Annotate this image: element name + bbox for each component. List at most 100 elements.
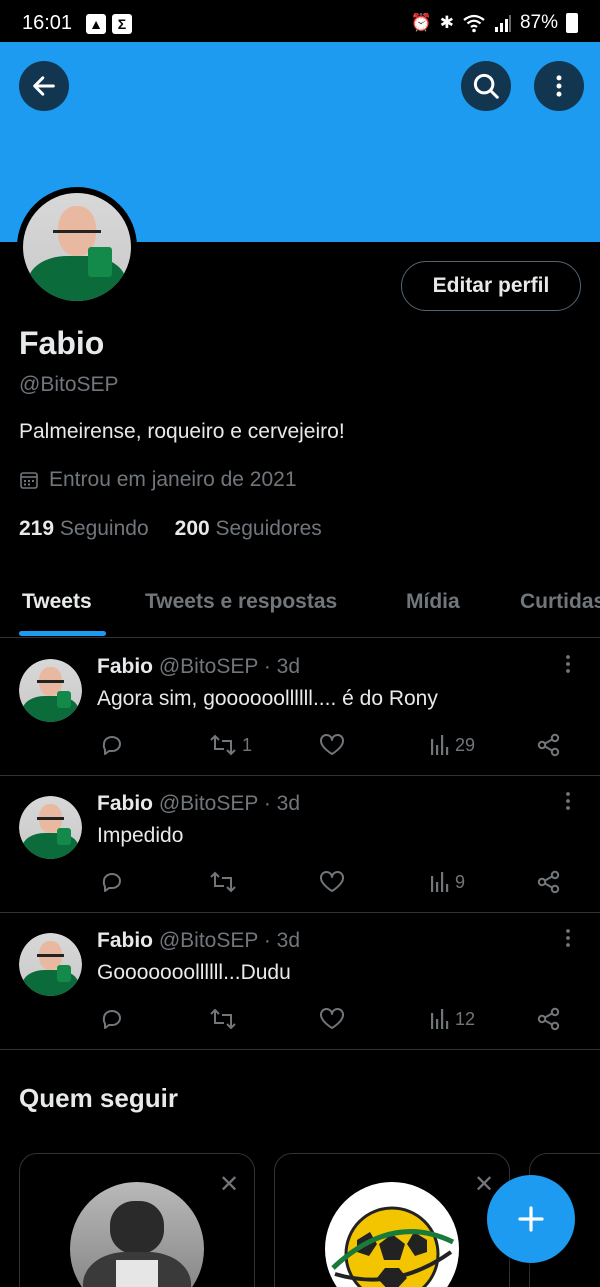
battery-percent: 87% (519, 12, 558, 33)
views-icon (431, 872, 449, 892)
more-vertical-icon (566, 792, 570, 810)
close-icon[interactable]: ✕ (474, 1170, 494, 1199)
views-icon (431, 735, 449, 755)
retweet-count: 1 (242, 734, 253, 755)
retweet-button[interactable] (208, 870, 242, 894)
retweet-button[interactable]: 1 (208, 733, 252, 757)
tweet-avatar[interactable] (19, 933, 82, 996)
tweet-more-button[interactable] (558, 927, 578, 954)
tab-likes[interactable]: Curtidas (520, 590, 600, 614)
suggestion-card[interactable]: ✕ (274, 1153, 510, 1287)
signal-icon (494, 15, 511, 32)
profile-bio: Palmeirense, roqueiro e cervejeiro! (19, 420, 345, 443)
tab-tweets-and-replies[interactable]: Tweets e respostas (145, 590, 337, 614)
reply-icon (102, 1010, 121, 1029)
like-button[interactable] (319, 733, 345, 757)
tweet-actions: 9 (100, 870, 570, 894)
tweet-time: · 3d (263, 929, 301, 952)
views-icon (431, 1009, 449, 1029)
reply-button[interactable] (100, 870, 124, 894)
tweet-avatar[interactable] (19, 659, 82, 722)
close-icon[interactable]: ✕ (219, 1170, 239, 1199)
views-count: 9 (455, 871, 466, 892)
share-button[interactable] (536, 870, 562, 894)
back-button[interactable] (19, 61, 69, 111)
suggestion-avatar[interactable] (70, 1182, 204, 1287)
tweet[interactable]: Fabio @BitoSEP · 3d Gooooooollllll...Dud… (0, 913, 600, 1050)
tweet-author-handle: @BitoSEP (158, 929, 258, 952)
battery-icon (566, 13, 578, 33)
heart-icon (320, 734, 344, 755)
reply-button[interactable] (100, 733, 124, 757)
notification-icons: ▲ Σ (86, 14, 132, 34)
gallery-notification-icon: ▲ (86, 14, 106, 34)
tweet-avatar-photo (19, 933, 82, 996)
tweet-author-handle: @BitoSEP (158, 792, 258, 815)
followers-label: Seguidores (215, 517, 322, 540)
following-link[interactable]: 219 Seguindo (19, 517, 149, 541)
search-button[interactable] (461, 61, 511, 111)
compose-tweet-button[interactable] (487, 1175, 575, 1263)
tweet-author-handle: @BitoSEP (158, 655, 258, 678)
tweet-author-name: Fabio (97, 792, 153, 815)
joined-text: Entrou em janeiro de 2021 (49, 468, 297, 491)
status-bar: 16:01 ▲ Σ ⏰ ✱ 87% (0, 0, 600, 42)
heart-icon (320, 1008, 344, 1029)
suggestion-card[interactable]: ✕ (19, 1153, 255, 1287)
tweet-time: · 3d (263, 655, 301, 678)
more-vertical-icon (556, 75, 562, 97)
plus-icon (518, 1206, 544, 1232)
display-name: Fabio (19, 325, 105, 361)
tweet-more-button[interactable] (558, 653, 578, 680)
suggestion-avatar[interactable] (325, 1182, 459, 1287)
share-icon (537, 870, 560, 894)
profile-handle: @BitoSEP (19, 373, 119, 396)
tweet-actions: 1 29 (100, 733, 570, 757)
views-button[interactable]: 12 (429, 1007, 475, 1031)
tweet-more-button[interactable] (558, 790, 578, 817)
share-icon (537, 1007, 560, 1031)
profile-avatar[interactable] (17, 187, 137, 307)
share-icon (537, 733, 560, 757)
reply-icon (102, 873, 121, 892)
status-right: ⏰ ✱ 87% (411, 12, 578, 34)
reply-icon (102, 736, 121, 755)
tweet[interactable]: Fabio @BitoSEP · 3d Impedido 9 (0, 776, 600, 913)
retweet-icon (210, 734, 236, 756)
retweet-button[interactable] (208, 1007, 242, 1031)
search-icon (473, 73, 499, 99)
edit-profile-button[interactable]: Editar perfil (401, 261, 581, 311)
share-button[interactable] (536, 1007, 562, 1031)
followers-count: 200 (174, 517, 210, 540)
joined-date: Entrou em janeiro de 2021 (19, 468, 297, 492)
avatar-photo (23, 193, 131, 301)
tweet-author-name: Fabio (97, 655, 153, 678)
bluetooth-icon: ✱ (439, 13, 454, 32)
calendar-icon (20, 472, 38, 489)
tweet-text: Agora sim, goooooollllll.... é do Rony (97, 687, 438, 710)
arrow-left-icon (33, 76, 55, 96)
tweet-header: Fabio @BitoSEP · 3d (97, 655, 300, 679)
football-logo-icon (331, 1206, 455, 1287)
follow-counts: 219 Seguindo 200 Seguidores (19, 517, 322, 541)
tab-media[interactable]: Mídia (406, 590, 460, 614)
reply-button[interactable] (100, 1007, 124, 1031)
wifi-icon (463, 14, 485, 33)
views-button[interactable]: 29 (429, 733, 475, 757)
views-button[interactable]: 9 (429, 870, 465, 894)
tweet-avatar[interactable] (19, 796, 82, 859)
alarm-icon: ⏰ (410, 13, 432, 32)
tweet[interactable]: Fabio @BitoSEP · 3d Agora sim, gooooooll… (0, 639, 600, 776)
tweet-text: Impedido (97, 824, 184, 847)
like-button[interactable] (319, 870, 345, 894)
tweet-header: Fabio @BitoSEP · 3d (97, 792, 300, 816)
more-options-button[interactable] (534, 61, 584, 111)
share-button[interactable] (536, 733, 562, 757)
status-time: 16:01 (22, 12, 73, 34)
tweet-header: Fabio @BitoSEP · 3d (97, 929, 300, 953)
tweet-actions: 12 (100, 1007, 570, 1031)
followers-link[interactable]: 200 Seguidores (175, 517, 322, 541)
tab-tweets[interactable]: Tweets (22, 590, 92, 614)
like-button[interactable] (319, 1007, 345, 1031)
tweet-author-name: Fabio (97, 929, 153, 952)
